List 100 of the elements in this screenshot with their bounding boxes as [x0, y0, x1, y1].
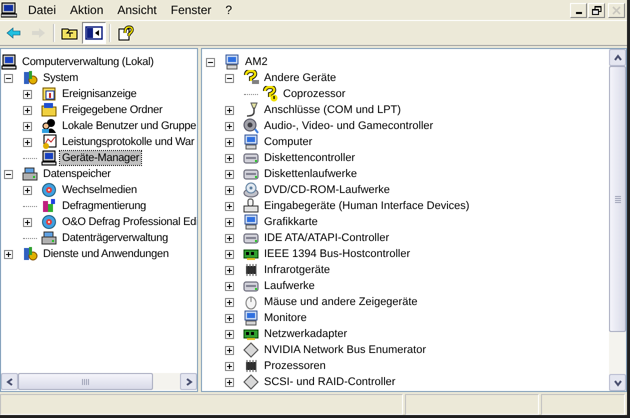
expander-icon[interactable]: [225, 202, 234, 210]
vertical-scrollbar[interactable]: [609, 49, 626, 391]
folder-icon: [41, 102, 57, 118]
tree-item[interactable]: Defragmentierung: [60, 199, 148, 213]
mouse-icon: [243, 294, 259, 310]
pane-icon: [85, 25, 103, 41]
disc-icon: [243, 182, 259, 198]
tree-item[interactable]: Andere Geräte: [262, 71, 338, 85]
monitor-icon: [224, 54, 240, 70]
restore-button[interactable]: [588, 2, 605, 18]
expander-icon[interactable]: [225, 170, 234, 178]
tree-item[interactable]: DVD/CD-ROM-Laufwerke: [262, 183, 392, 197]
tree-item[interactable]: Eingabegeräte (Human Interface Devices): [262, 199, 472, 213]
tree-item[interactable]: Anschlüsse (COM und LPT): [262, 103, 403, 117]
tree-item[interactable]: SCSI- und RAID-Controller: [262, 375, 398, 389]
menu-item[interactable]: Datei: [21, 3, 64, 17]
tree-item[interactable]: IDE ATA/ATAPI-Controller: [262, 231, 392, 245]
blocks-icon: [41, 198, 57, 214]
expander-icon[interactable]: [225, 250, 234, 258]
expander-icon[interactable]: [23, 218, 32, 226]
expander-icon[interactable]: [225, 106, 234, 114]
expander-icon[interactable]: [225, 266, 234, 274]
expander-icon[interactable]: [23, 138, 32, 146]
tree-item[interactable]: NVIDIA Network Bus Enumerator: [262, 343, 428, 357]
tree-item[interactable]: IEEE 1394 Bus-Hostcontroller: [262, 247, 412, 261]
tree-item[interactable]: Geräte-Manager: [60, 151, 142, 165]
tree-item[interactable]: Datenträgerverwaltung: [60, 231, 170, 245]
tree-item[interactable]: Ereignisanzeige: [60, 87, 139, 101]
help-icon: [117, 25, 135, 41]
show-tree-button[interactable]: [82, 22, 106, 44]
menu-item[interactable]: Fenster: [164, 3, 218, 17]
tree-item[interactable]: Prozessoren: [262, 359, 328, 373]
tree-item[interactable]: Netzwerkadapter: [262, 327, 350, 341]
expander-icon[interactable]: [225, 298, 234, 306]
expander-icon[interactable]: [23, 122, 32, 130]
expander-icon[interactable]: [206, 58, 215, 66]
monitor-icon: [243, 310, 259, 326]
tree-item[interactable]: Datenspeicher: [41, 167, 113, 181]
tree-item[interactable]: System: [41, 71, 80, 85]
back-arrow-icon: [5, 25, 23, 41]
diamond-icon: [243, 374, 259, 390]
tree-item[interactable]: Grafikkarte: [262, 215, 320, 229]
question-icon: [243, 70, 259, 86]
expander-icon[interactable]: [225, 186, 234, 194]
expander-icon[interactable]: [225, 74, 234, 82]
tree-item[interactable]: Diskettencontroller: [262, 151, 358, 165]
tree-item[interactable]: Dienste und Anwendungen: [41, 247, 171, 261]
menu-item[interactable]: Aktion: [63, 3, 110, 17]
restore-icon: [592, 6, 602, 14]
expander-icon[interactable]: [4, 250, 13, 258]
expander-icon[interactable]: [4, 170, 13, 178]
chip-icon: [243, 358, 259, 374]
menu-item[interactable]: Ansicht: [110, 3, 164, 17]
expander-icon[interactable]: [225, 282, 234, 290]
tree-item[interactable]: Lokale Benutzer und Gruppe: [60, 119, 197, 133]
chart-icon: [41, 134, 57, 150]
minimize-icon: [576, 12, 582, 14]
expander-icon[interactable]: [225, 218, 234, 226]
tree-item[interactable]: Audio-, Video- und Gamecontroller: [262, 119, 436, 133]
drive-icon: [41, 230, 57, 246]
tree-item[interactable]: Computerverwaltung (Lokal): [20, 55, 156, 69]
speaker-icon: [243, 118, 259, 134]
tree-item[interactable]: Wechselmedien: [60, 183, 139, 197]
tree-item[interactable]: Coprozessor: [281, 87, 348, 101]
tree-item[interactable]: Mäuse und andere Zeigegeräte: [262, 295, 420, 309]
tree-item[interactable]: Monitore: [262, 311, 309, 325]
monitor-icon: [243, 134, 259, 150]
horizontal-scrollbar[interactable]: [1, 373, 197, 390]
expander-icon[interactable]: [225, 154, 234, 162]
users-icon: [41, 118, 57, 134]
expander-icon[interactable]: [23, 90, 32, 98]
disc-icon: [41, 214, 57, 230]
expander-icon[interactable]: [225, 378, 234, 386]
expander-icon[interactable]: [225, 362, 234, 370]
tree-item[interactable]: Infrarotgeräte: [262, 263, 332, 277]
expander-icon[interactable]: [225, 234, 234, 242]
menu-item[interactable]: ?: [218, 3, 240, 17]
drive-icon: [22, 166, 38, 182]
expander-icon[interactable]: [23, 186, 32, 194]
expander-icon[interactable]: [23, 106, 32, 114]
monitor-icon: [243, 214, 259, 230]
tree-item[interactable]: Freigegebene Ordner: [60, 103, 164, 117]
expander-icon[interactable]: [4, 74, 13, 82]
expander-icon[interactable]: [225, 330, 234, 338]
tree-item[interactable]: AM2: [243, 55, 270, 69]
tree-item[interactable]: Computer: [262, 135, 314, 149]
close-icon: [612, 6, 622, 14]
console-icon[interactable]: [1, 2, 17, 18]
monitor-icon: [1, 54, 17, 70]
expander-icon[interactable]: [225, 314, 234, 322]
expander-icon[interactable]: [225, 122, 234, 130]
minimize-button[interactable]: [570, 2, 587, 18]
expander-icon[interactable]: [225, 346, 234, 354]
disc-icon: [41, 182, 57, 198]
chip-icon: [243, 262, 259, 278]
expander-icon[interactable]: [225, 138, 234, 146]
tree-item[interactable]: Leistungsprotokolle und War: [60, 135, 196, 149]
tree-item[interactable]: Diskettenlaufwerke: [262, 167, 359, 181]
diamond-icon: [243, 342, 259, 358]
tree-item[interactable]: Laufwerke: [262, 279, 317, 293]
